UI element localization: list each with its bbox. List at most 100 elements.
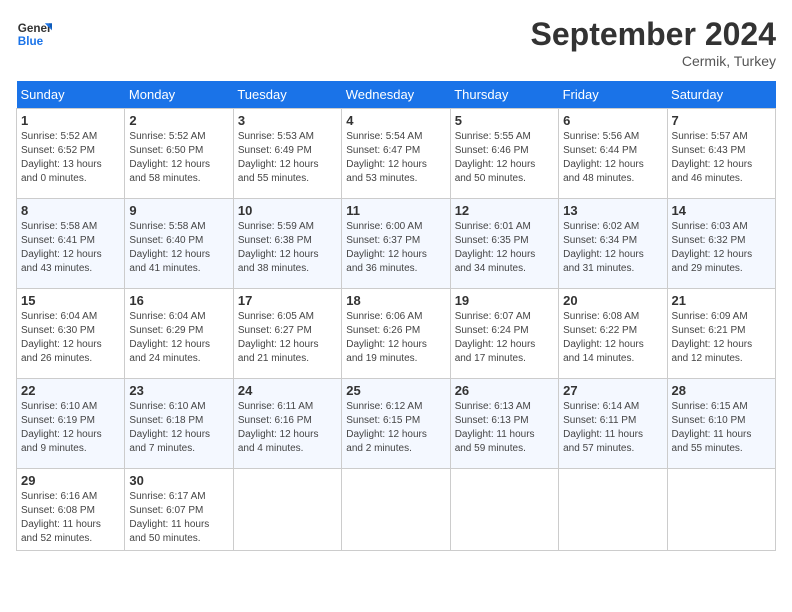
calendar-cell	[559, 469, 667, 551]
location-subtitle: Cermik, Turkey	[531, 53, 776, 69]
day-info: Sunrise: 6:00 AM Sunset: 6:37 PM Dayligh…	[346, 220, 445, 276]
logo-icon: General Blue	[16, 16, 52, 52]
calendar-cell: 28 Sunrise: 6:15 AM Sunset: 6:10 PM Dayli…	[667, 379, 775, 469]
day-number: 22	[21, 383, 120, 398]
header-monday: Monday	[125, 81, 233, 109]
page-header: General Blue September 2024 Cermik, Turk…	[16, 16, 776, 69]
day-number: 20	[563, 293, 662, 308]
calendar-header-row: SundayMondayTuesdayWednesdayThursdayFrid…	[17, 81, 776, 109]
day-number: 25	[346, 383, 445, 398]
day-number: 13	[563, 203, 662, 218]
day-number: 9	[129, 203, 228, 218]
day-number: 17	[238, 293, 337, 308]
day-info: Sunrise: 6:05 AM Sunset: 6:27 PM Dayligh…	[238, 310, 337, 366]
day-number: 7	[672, 113, 771, 128]
calendar-cell: 9 Sunrise: 5:58 AM Sunset: 6:40 PM Daylig…	[125, 199, 233, 289]
day-number: 21	[672, 293, 771, 308]
day-number: 29	[21, 473, 120, 488]
day-info: Sunrise: 6:04 AM Sunset: 6:30 PM Dayligh…	[21, 310, 120, 366]
day-info: Sunrise: 6:11 AM Sunset: 6:16 PM Dayligh…	[238, 400, 337, 456]
day-info: Sunrise: 5:58 AM Sunset: 6:40 PM Dayligh…	[129, 220, 228, 276]
calendar-cell: 18Sunrise: 6:06 AM Sunset: 6:26 PM Dayli…	[342, 289, 450, 379]
month-title: September 2024	[531, 16, 776, 53]
calendar-week-row: 8 Sunrise: 5:58 AM Sunset: 6:41 PM Daylig…	[17, 199, 776, 289]
day-number: 30	[129, 473, 228, 488]
calendar-week-row: 15 Sunrise: 6:04 AM Sunset: 6:30 PM Dayli…	[17, 289, 776, 379]
day-info: Sunrise: 6:08 AM Sunset: 6:22 PM Dayligh…	[563, 310, 662, 366]
calendar-cell: 5 Sunrise: 5:55 AM Sunset: 6:46 PM Daylig…	[450, 109, 558, 199]
calendar-cell: 6 Sunrise: 5:56 AM Sunset: 6:44 PM Daylig…	[559, 109, 667, 199]
day-number: 26	[455, 383, 554, 398]
calendar-cell	[233, 469, 341, 551]
day-info: Sunrise: 6:07 AM Sunset: 6:24 PM Dayligh…	[455, 310, 554, 366]
header-saturday: Saturday	[667, 81, 775, 109]
day-number: 8	[21, 203, 120, 218]
calendar-cell: 14 Sunrise: 6:03 AM Sunset: 6:32 PM Dayli…	[667, 199, 775, 289]
day-info: Sunrise: 6:06 AM Sunset: 6:26 PM Dayligh…	[346, 310, 445, 366]
calendar-cell: 12Sunrise: 6:01 AM Sunset: 6:35 PM Dayli…	[450, 199, 558, 289]
day-info: Sunrise: 6:09 AM Sunset: 6:21 PM Dayligh…	[672, 310, 771, 366]
day-number: 28	[672, 383, 771, 398]
day-info: Sunrise: 5:52 AM Sunset: 6:52 PM Dayligh…	[21, 130, 120, 186]
day-number: 5	[455, 113, 554, 128]
day-info: Sunrise: 6:04 AM Sunset: 6:29 PM Dayligh…	[129, 310, 228, 366]
day-info: Sunrise: 6:12 AM Sunset: 6:15 PM Dayligh…	[346, 400, 445, 456]
day-info: Sunrise: 5:52 AM Sunset: 6:50 PM Dayligh…	[129, 130, 228, 186]
day-info: Sunrise: 5:55 AM Sunset: 6:46 PM Dayligh…	[455, 130, 554, 186]
day-info: Sunrise: 5:53 AM Sunset: 6:49 PM Dayligh…	[238, 130, 337, 186]
day-number: 27	[563, 383, 662, 398]
calendar-cell: 7Sunrise: 5:57 AM Sunset: 6:43 PM Daylig…	[667, 109, 775, 199]
day-info: Sunrise: 6:02 AM Sunset: 6:34 PM Dayligh…	[563, 220, 662, 276]
calendar-cell: 3 Sunrise: 5:53 AM Sunset: 6:49 PM Daylig…	[233, 109, 341, 199]
day-number: 23	[129, 383, 228, 398]
day-number: 16	[129, 293, 228, 308]
day-info: Sunrise: 5:58 AM Sunset: 6:41 PM Dayligh…	[21, 220, 120, 276]
calendar-cell: 2 Sunrise: 5:52 AM Sunset: 6:50 PM Daylig…	[125, 109, 233, 199]
day-number: 4	[346, 113, 445, 128]
day-number: 11	[346, 203, 445, 218]
day-info: Sunrise: 6:15 AM Sunset: 6:10 PM Dayligh…	[672, 400, 771, 456]
calendar-cell: 23 Sunrise: 6:10 AM Sunset: 6:18 PM Dayli…	[125, 379, 233, 469]
calendar-cell: 20 Sunrise: 6:08 AM Sunset: 6:22 PM Dayli…	[559, 289, 667, 379]
calendar-cell: 13 Sunrise: 6:02 AM Sunset: 6:34 PM Dayli…	[559, 199, 667, 289]
day-info: Sunrise: 5:56 AM Sunset: 6:44 PM Dayligh…	[563, 130, 662, 186]
day-number: 6	[563, 113, 662, 128]
day-number: 3	[238, 113, 337, 128]
day-number: 10	[238, 203, 337, 218]
calendar-cell	[450, 469, 558, 551]
day-info: Sunrise: 6:10 AM Sunset: 6:19 PM Dayligh…	[21, 400, 120, 456]
calendar-cell: 4 Sunrise: 5:54 AM Sunset: 6:47 PM Daylig…	[342, 109, 450, 199]
calendar-cell: 19Sunrise: 6:07 AM Sunset: 6:24 PM Dayli…	[450, 289, 558, 379]
header-sunday: Sunday	[17, 81, 125, 109]
calendar-cell: 11 Sunrise: 6:00 AM Sunset: 6:37 PM Dayli…	[342, 199, 450, 289]
svg-text:Blue: Blue	[18, 35, 44, 48]
calendar-cell: 30Sunrise: 6:17 AM Sunset: 6:07 PM Dayli…	[125, 469, 233, 551]
calendar-cell: 21 Sunrise: 6:09 AM Sunset: 6:21 PM Dayli…	[667, 289, 775, 379]
day-info: Sunrise: 6:16 AM Sunset: 6:08 PM Dayligh…	[21, 490, 120, 546]
day-number: 14	[672, 203, 771, 218]
calendar-cell: 1 Sunrise: 5:52 AM Sunset: 6:52 PM Daylig…	[17, 109, 125, 199]
day-info: Sunrise: 5:59 AM Sunset: 6:38 PM Dayligh…	[238, 220, 337, 276]
logo: General Blue	[16, 16, 52, 52]
day-number: 24	[238, 383, 337, 398]
title-area: September 2024 Cermik, Turkey	[531, 16, 776, 69]
calendar-week-row: 1 Sunrise: 5:52 AM Sunset: 6:52 PM Daylig…	[17, 109, 776, 199]
day-info: Sunrise: 6:03 AM Sunset: 6:32 PM Dayligh…	[672, 220, 771, 276]
calendar-cell: 17 Sunrise: 6:05 AM Sunset: 6:27 PM Dayli…	[233, 289, 341, 379]
header-thursday: Thursday	[450, 81, 558, 109]
day-number: 1	[21, 113, 120, 128]
calendar-cell: 26Sunrise: 6:13 AM Sunset: 6:13 PM Dayli…	[450, 379, 558, 469]
calendar-cell: 24 Sunrise: 6:11 AM Sunset: 6:16 PM Dayli…	[233, 379, 341, 469]
calendar-cell: 15 Sunrise: 6:04 AM Sunset: 6:30 PM Dayli…	[17, 289, 125, 379]
calendar-cell	[667, 469, 775, 551]
calendar-cell: 27Sunrise: 6:14 AM Sunset: 6:11 PM Dayli…	[559, 379, 667, 469]
calendar-cell: 8 Sunrise: 5:58 AM Sunset: 6:41 PM Daylig…	[17, 199, 125, 289]
day-info: Sunrise: 6:10 AM Sunset: 6:18 PM Dayligh…	[129, 400, 228, 456]
calendar-week-row: 22 Sunrise: 6:10 AM Sunset: 6:19 PM Dayli…	[17, 379, 776, 469]
day-info: Sunrise: 5:54 AM Sunset: 6:47 PM Dayligh…	[346, 130, 445, 186]
calendar-cell: 16 Sunrise: 6:04 AM Sunset: 6:29 PM Dayli…	[125, 289, 233, 379]
day-number: 12	[455, 203, 554, 218]
day-number: 15	[21, 293, 120, 308]
day-number: 2	[129, 113, 228, 128]
header-wednesday: Wednesday	[342, 81, 450, 109]
